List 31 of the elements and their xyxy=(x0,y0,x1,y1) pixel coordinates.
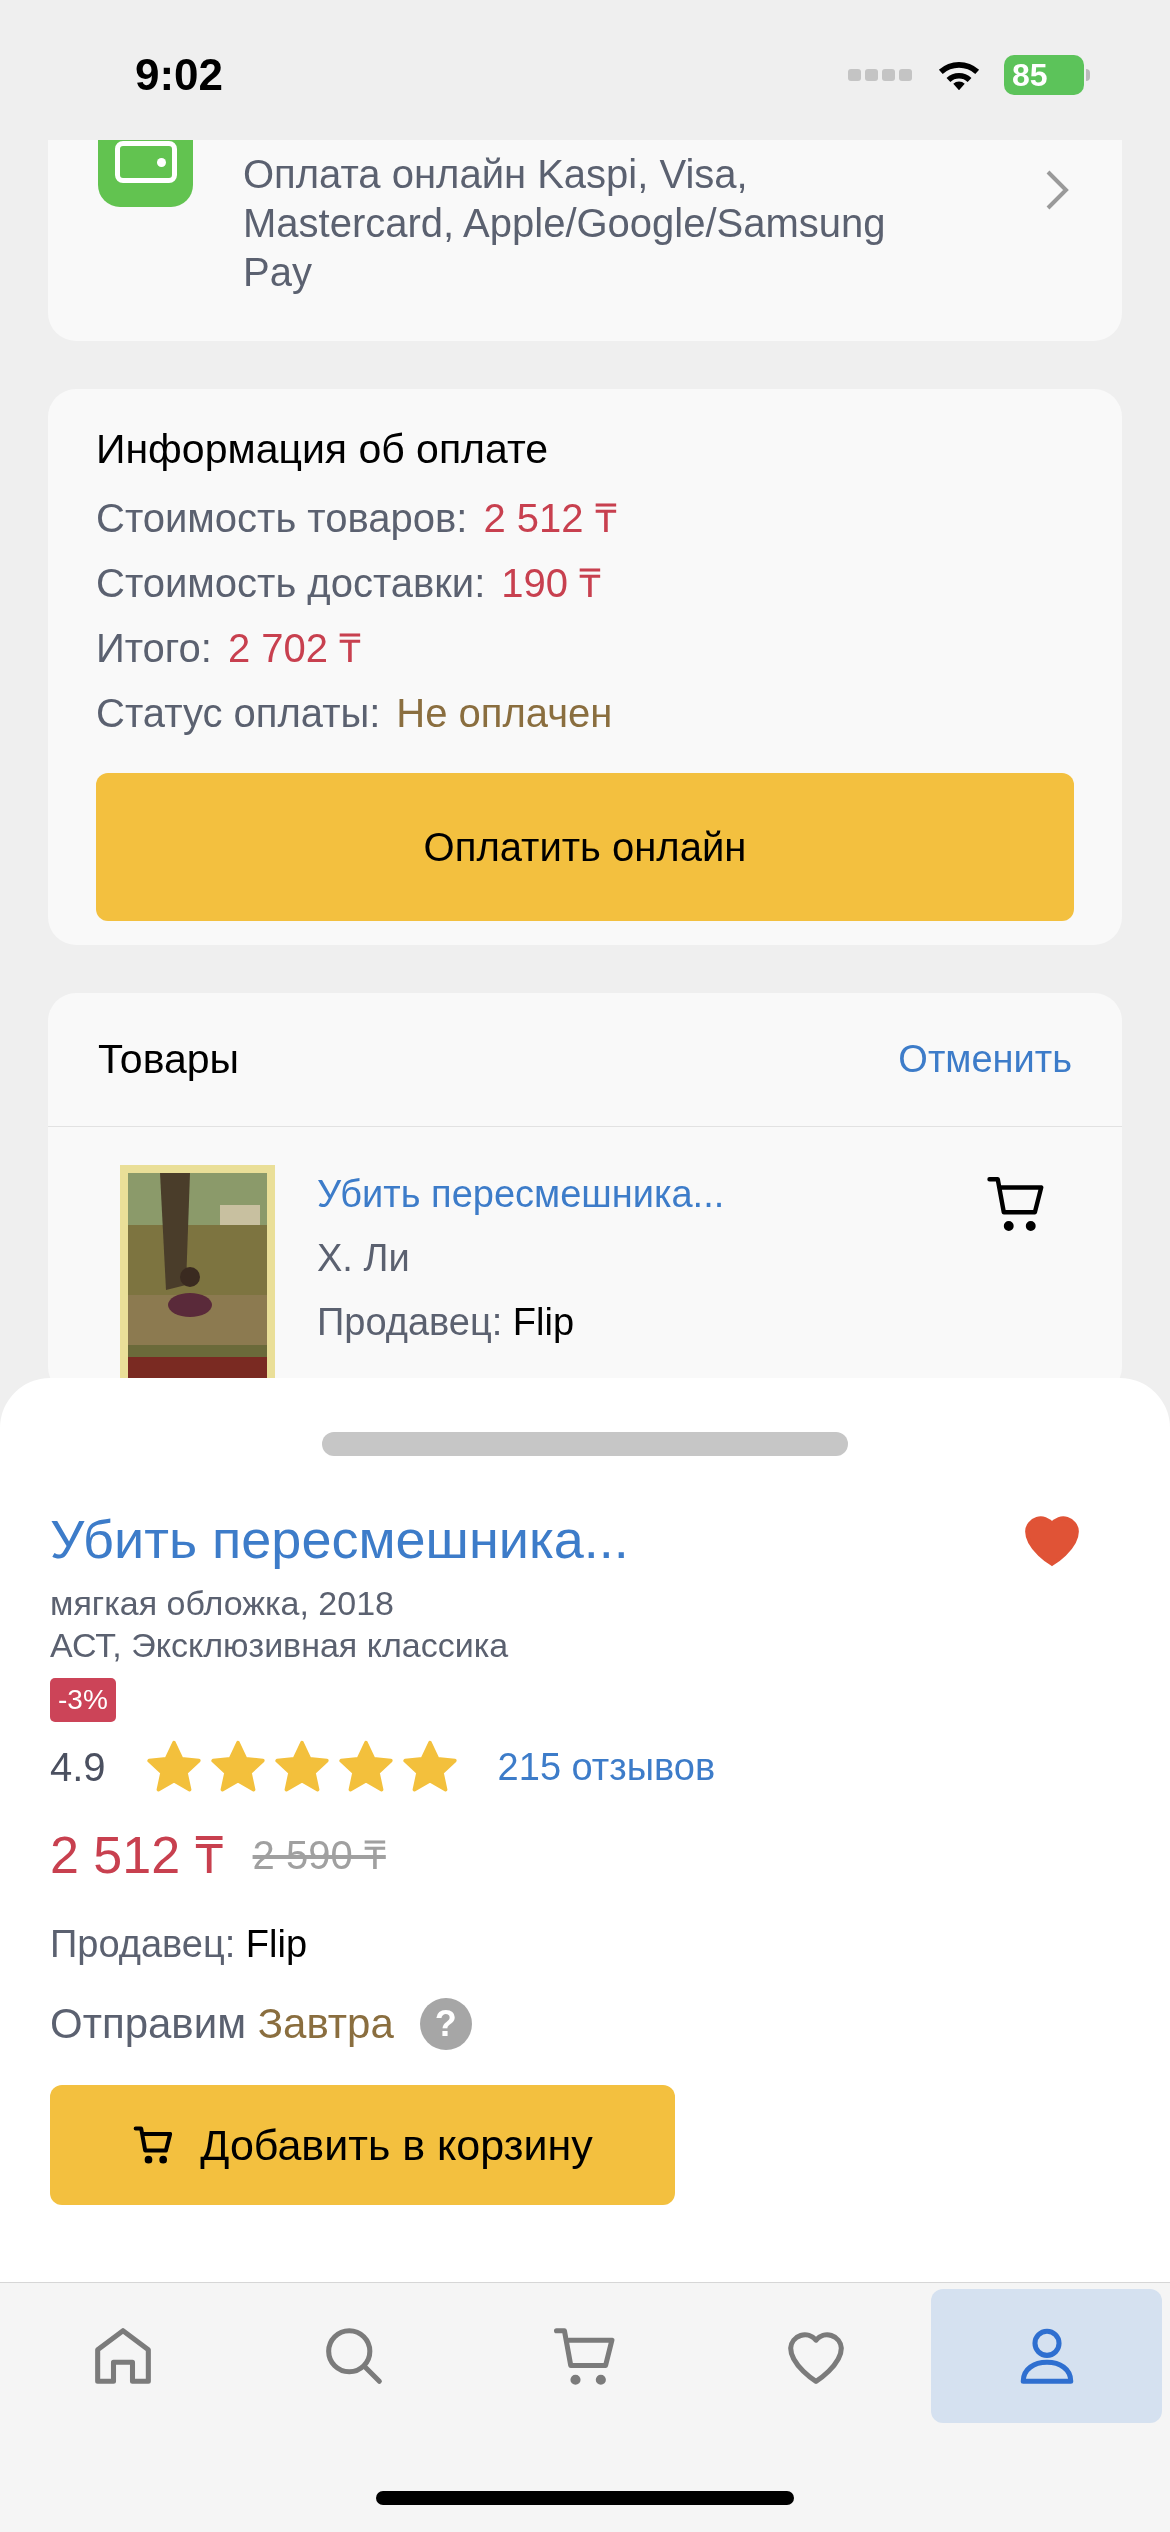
product-seller: Продавец: Flip xyxy=(50,1922,309,1967)
info-label: Стоимость товаров: xyxy=(96,494,468,542)
product-title-link[interactable]: Убить пересмешника... xyxy=(317,1165,942,1223)
old-price: 2 590 ₸ xyxy=(252,1832,386,1879)
product-price: 2 512 ₸ xyxy=(50,1825,223,1886)
product-author: Х. Ли xyxy=(317,1236,411,1281)
info-value: 190 ₸ xyxy=(501,559,602,607)
status-time: 9:02 xyxy=(135,49,224,101)
product-title: Убить пересмешника... xyxy=(50,1508,629,1571)
info-label: Стоимость доставки: xyxy=(96,559,486,607)
product-detail: мягкая обложка, 2018 xyxy=(50,1583,395,1624)
signal-icon xyxy=(848,67,914,83)
info-value: 2 512 ₸ xyxy=(483,494,617,542)
sheet-handle[interactable] xyxy=(322,1432,848,1456)
product-seller: Продавец: Flip xyxy=(317,1300,576,1345)
help-button[interactable]: ? xyxy=(419,1997,472,2050)
info-value: Не оплачен xyxy=(396,689,613,737)
shipping-text: Отправим Завтра xyxy=(50,1999,394,2049)
section-title: Товары xyxy=(98,1034,240,1084)
rating-value: 4.9 xyxy=(50,1744,106,1791)
info-label: Статус оплаты: xyxy=(96,689,381,737)
tab-bar-item[interactable] xyxy=(931,2289,1162,2423)
info-value: 2 702 ₸ xyxy=(227,624,362,672)
section-title: Информация об оплате xyxy=(96,425,550,474)
product-detail: АСТ, Эксклюзивная классика xyxy=(50,1625,510,1666)
add-to-cart-button[interactable]: Добавить в корзину xyxy=(50,2085,675,2205)
pay-online-button[interactable]: Оплатить онлайн xyxy=(96,773,1074,921)
cancel-link[interactable]: Отменить xyxy=(898,1031,1072,1088)
discount-badge: -3% xyxy=(50,1678,116,1722)
reviews-link[interactable]: 215 отзывов xyxy=(497,1738,716,1796)
info-label: Итого: xyxy=(96,624,212,672)
